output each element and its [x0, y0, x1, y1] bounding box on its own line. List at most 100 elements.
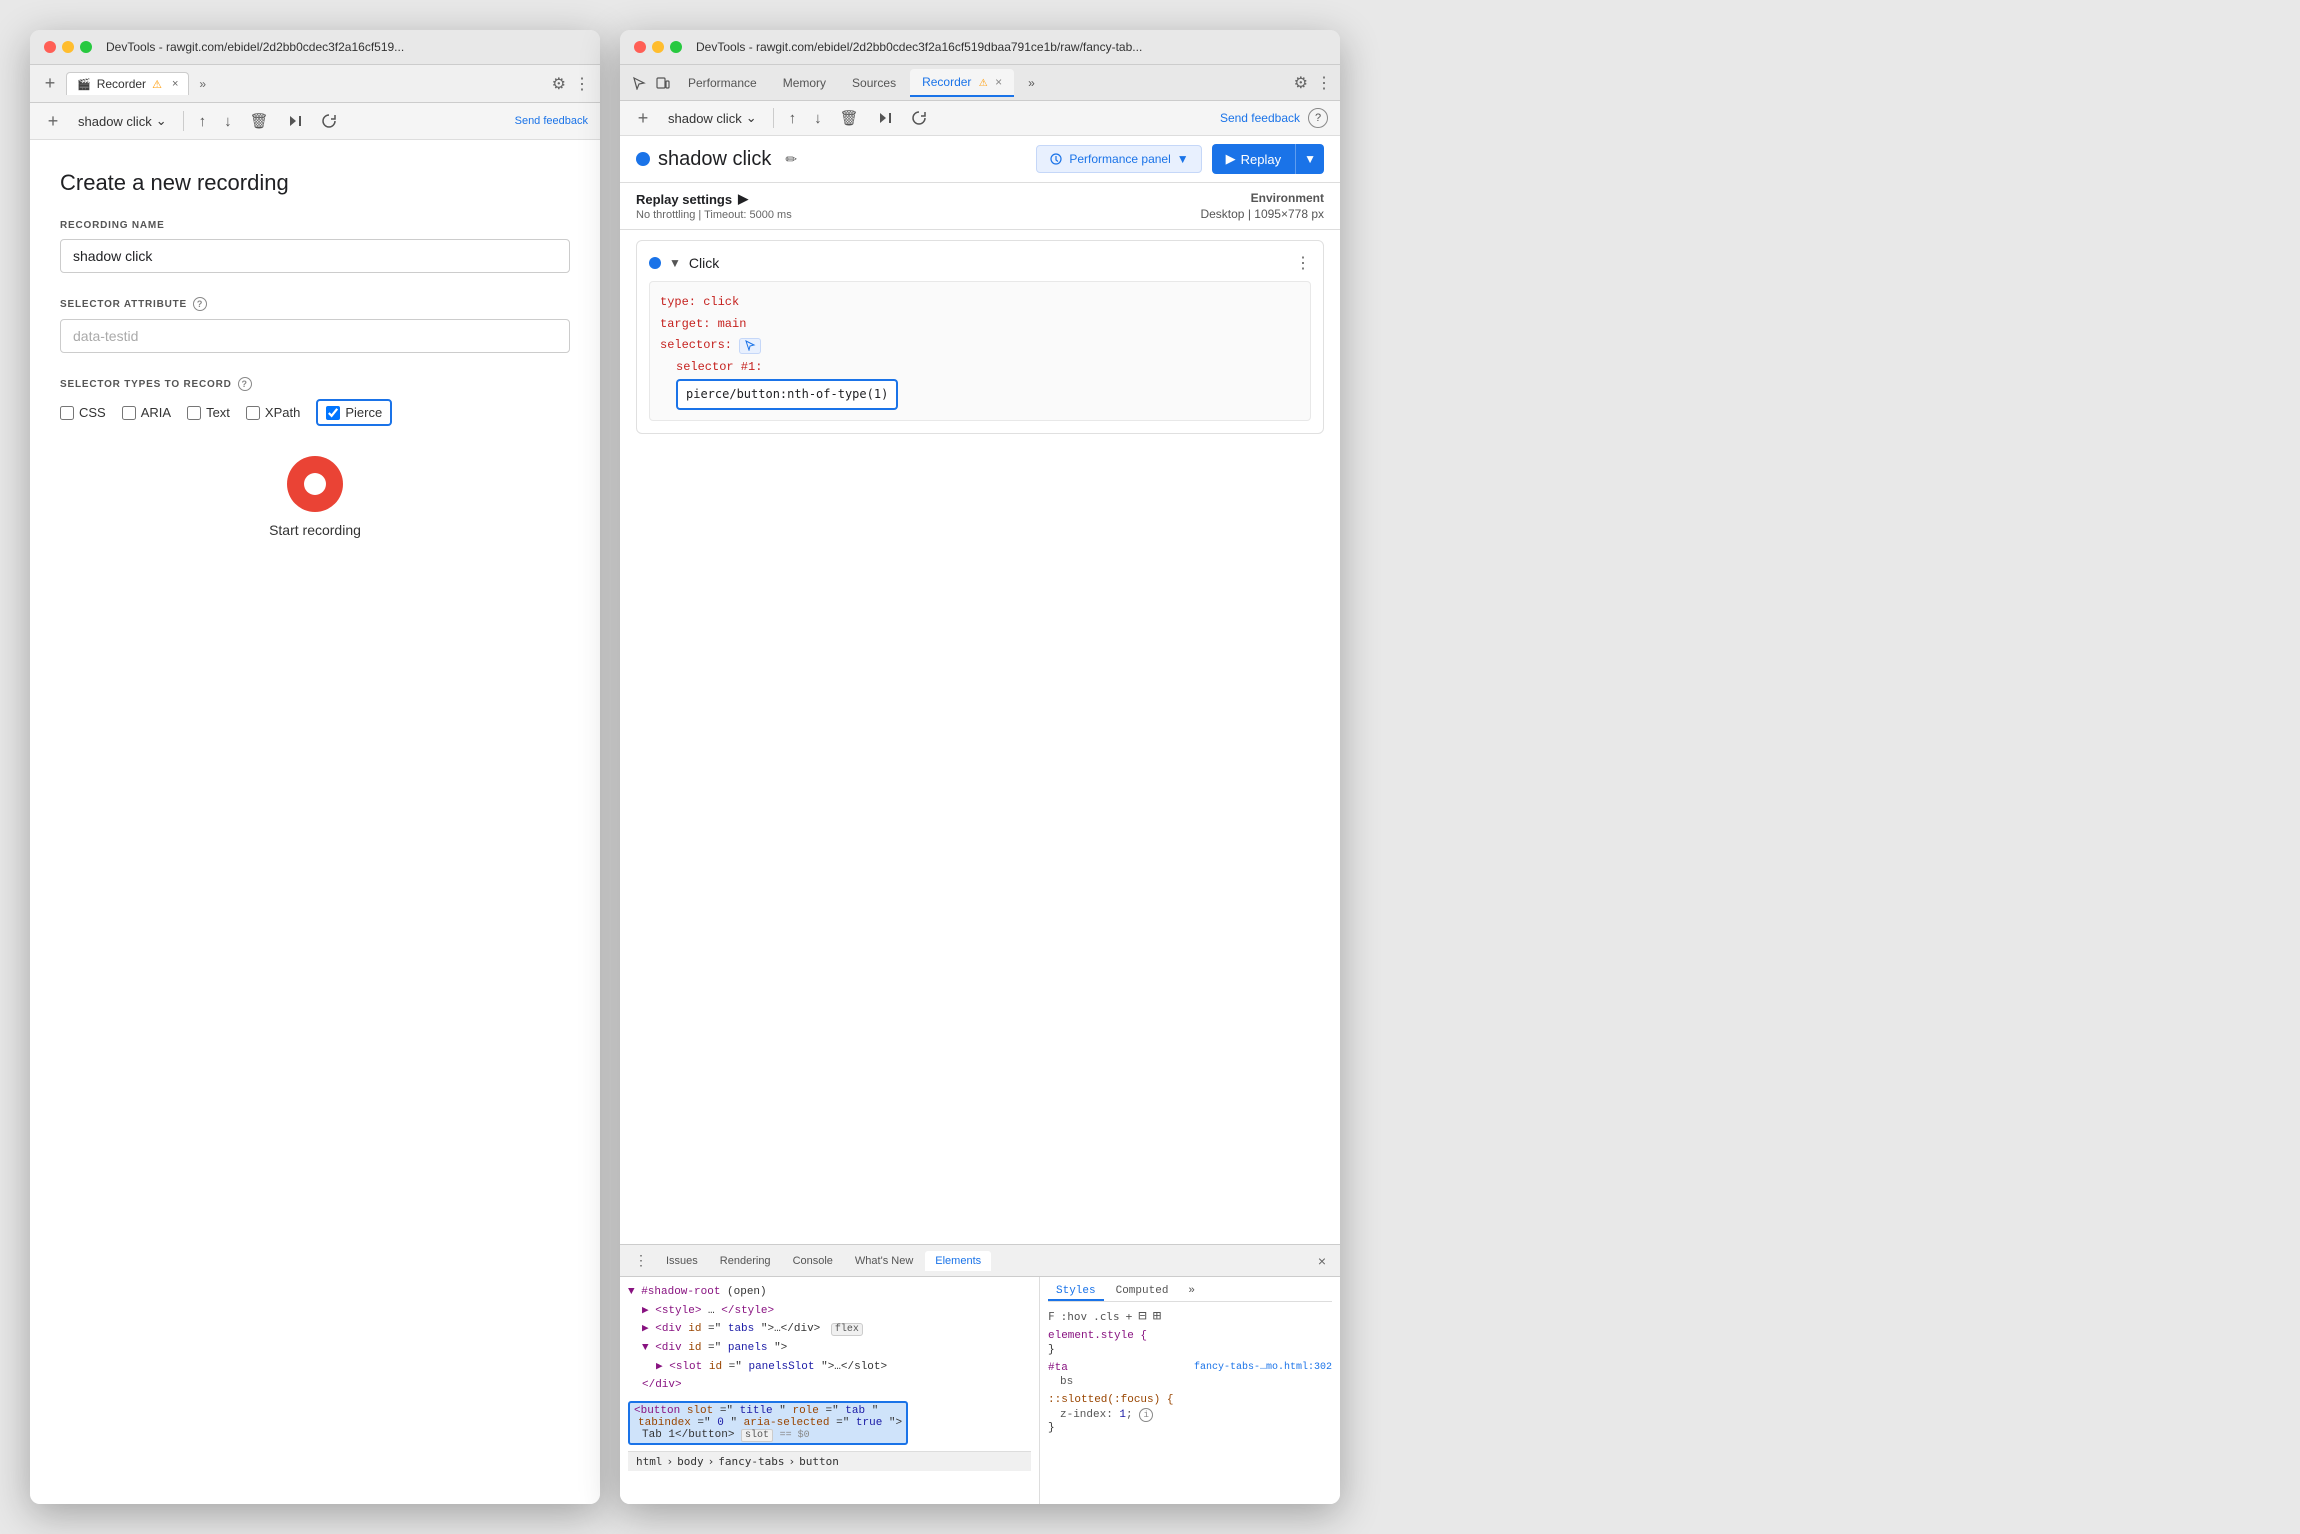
tab-performance[interactable]: Performance	[676, 70, 769, 96]
replay-button-toolbar[interactable]	[316, 110, 342, 132]
recorder-tab[interactable]: 🎬 Recorder ⚠ ×	[66, 72, 189, 95]
breadcrumb-fancy-tabs[interactable]: fancy-tabs	[718, 1455, 784, 1468]
left-titlebar: DevTools - rawgit.com/ebidel/2d2bb0cdec3…	[30, 30, 600, 65]
edit-recording-name-button[interactable]: ✏	[779, 149, 803, 170]
pierce-checkbox[interactable]	[326, 406, 340, 420]
css-checkbox[interactable]	[60, 406, 74, 420]
selector-types-help-icon[interactable]: ?	[238, 377, 252, 391]
step-forward-button[interactable]	[282, 110, 308, 132]
right-minimize-traffic-light[interactable]	[652, 41, 664, 53]
settings-gear-icon[interactable]: ⚙	[552, 74, 566, 94]
aria-checkbox[interactable]	[122, 406, 136, 420]
device-toggle-icon[interactable]	[652, 72, 674, 94]
right-delete-button[interactable]: 🗑	[835, 106, 864, 130]
right-step-forward-button[interactable]	[872, 107, 898, 129]
right-replay-toolbar-button[interactable]	[906, 107, 932, 129]
tab-overflow-button[interactable]: »	[195, 75, 210, 93]
replay-main-button[interactable]: ▶ Replay	[1212, 144, 1295, 174]
bottom-panel-close[interactable]: ×	[1312, 1253, 1332, 1269]
new-tab-button[interactable]: +	[40, 74, 60, 94]
div-close: </div>	[628, 1376, 1031, 1395]
more-options-icon[interactable]: ⋮	[574, 74, 590, 94]
tab-console[interactable]: Console	[783, 1251, 843, 1271]
pierce-checkbox-item[interactable]: Pierce	[326, 405, 382, 420]
help-icon[interactable]: ?	[1308, 108, 1328, 128]
shadow-root-element[interactable]: ▼ #shadow-root (open)	[628, 1283, 1031, 1302]
export-recording-button[interactable]: ↑	[194, 110, 212, 133]
performance-panel-button[interactable]: Performance panel ▼	[1036, 145, 1201, 173]
send-feedback-right-link[interactable]: Send feedback	[1220, 111, 1300, 125]
minimize-traffic-light[interactable]	[62, 41, 74, 53]
slot-element[interactable]: ▶ <slot id =" panelsSlot ">…</slot>	[628, 1358, 1031, 1377]
replay-dropdown-button[interactable]: ▼	[1295, 144, 1324, 174]
right-add-button[interactable]: +	[632, 108, 654, 129]
breadcrumb-button[interactable]: button	[799, 1455, 839, 1468]
tab-sources[interactable]: Sources	[840, 70, 908, 96]
selector-attribute-help-icon[interactable]: ?	[193, 297, 207, 311]
right-export-button[interactable]: ↑	[784, 107, 802, 130]
close-traffic-light[interactable]	[44, 41, 56, 53]
right-settings-icon[interactable]: ⚙	[1294, 73, 1308, 93]
right-close-traffic-light[interactable]	[634, 41, 646, 53]
maximize-traffic-light[interactable]	[80, 41, 92, 53]
toolbar-divider	[183, 111, 184, 131]
right-import-button[interactable]: ↓	[809, 107, 827, 130]
style-element[interactable]: ▶ <style> … </style>	[628, 1302, 1031, 1321]
replay-settings-chevron: ▶	[738, 191, 748, 207]
right-recording-name: shadow click	[668, 111, 742, 126]
selector-attribute-input[interactable]	[60, 319, 570, 353]
right-maximize-traffic-light[interactable]	[670, 41, 682, 53]
aria-checkbox-item[interactable]: ARIA	[122, 405, 171, 420]
step-more-options[interactable]: ⋮	[1295, 253, 1311, 273]
step-expand-icon[interactable]: ▼	[669, 256, 681, 270]
right-content-area: + shadow click ⌄ ↑ ↓ 🗑 Send feedback	[620, 101, 1340, 1504]
right-devtools-window: DevTools - rawgit.com/ebidel/2d2bb0cdec3…	[620, 30, 1340, 1504]
styles-tab-more[interactable]: »	[1180, 1283, 1203, 1301]
add-style-button[interactable]: +	[1126, 1310, 1133, 1323]
tab-recorder[interactable]: Recorder ⚠ ×	[910, 69, 1014, 97]
hov-button[interactable]: :hov	[1061, 1310, 1088, 1323]
tab-rendering[interactable]: Rendering	[710, 1251, 781, 1271]
cursor-icon[interactable]	[628, 72, 650, 94]
xpath-checkbox[interactable]	[246, 406, 260, 420]
import-recording-button[interactable]: ↓	[219, 110, 237, 133]
xpath-checkbox-item[interactable]: XPath	[246, 405, 300, 420]
recording-name-input[interactable]	[60, 239, 570, 273]
tab-issues[interactable]: Issues	[656, 1251, 708, 1271]
recorder-tab-close-right[interactable]: ×	[995, 75, 1002, 89]
send-feedback-link[interactable]: Send feedback	[515, 114, 588, 128]
tab-elements[interactable]: Elements	[925, 1251, 991, 1271]
style-icon-2[interactable]: ⊞	[1153, 1308, 1161, 1324]
start-recording-button[interactable]	[287, 456, 343, 512]
highlighted-button-element[interactable]: <button slot =" title " role =" tab " ta…	[628, 1401, 908, 1445]
breadcrumb-html[interactable]: html	[636, 1455, 663, 1468]
text-checkbox[interactable]	[187, 406, 201, 420]
cls-button[interactable]: .cls	[1093, 1310, 1120, 1323]
replay-settings-title[interactable]: Replay settings ▶	[636, 191, 1200, 207]
replay-play-icon: ▶	[1226, 151, 1236, 167]
ta-source[interactable]: fancy-tabs-…mo.html:302	[1194, 1362, 1332, 1376]
tabs-div-element[interactable]: ▶ <div id =" tabs ">…</div> flex	[628, 1320, 1031, 1339]
highlighted-element-wrapper[interactable]: <button slot =" title " role =" tab " ta…	[628, 1399, 1031, 1447]
recorder-tab-close[interactable]: ×	[172, 78, 178, 90]
text-checkbox-item[interactable]: Text	[187, 405, 230, 420]
tab-more[interactable]: »	[1016, 70, 1047, 96]
tab-whats-new[interactable]: What's New	[845, 1251, 923, 1271]
style-icon-1[interactable]: ⊟	[1138, 1308, 1146, 1324]
breadcrumb-body[interactable]: body	[677, 1455, 704, 1468]
add-recording-button[interactable]: +	[42, 111, 64, 132]
recording-name-selector[interactable]: shadow click ⌄	[72, 110, 173, 132]
delete-recording-button[interactable]: 🗑	[245, 109, 274, 133]
zindex-info-icon[interactable]: i	[1139, 1408, 1153, 1422]
tab-memory[interactable]: Memory	[771, 70, 838, 96]
recording-name-label: RECORDING NAME	[60, 220, 570, 231]
bottom-more-button[interactable]: ⋮	[628, 1248, 654, 1273]
styles-tab-computed[interactable]: Computed	[1108, 1283, 1177, 1301]
right-recording-selector[interactable]: shadow click ⌄	[662, 107, 763, 129]
replay-settings-bar: Replay settings ▶ No throttling | Timeou…	[620, 183, 1340, 230]
styles-tab-styles[interactable]: Styles	[1048, 1283, 1104, 1301]
elements-panel: ▼ #shadow-root (open) ▶ <style> … </styl…	[620, 1277, 1040, 1504]
right-more-icon[interactable]: ⋮	[1316, 73, 1332, 93]
css-checkbox-item[interactable]: CSS	[60, 405, 106, 420]
panels-div-element[interactable]: ▼ <div id =" panels ">	[628, 1339, 1031, 1358]
